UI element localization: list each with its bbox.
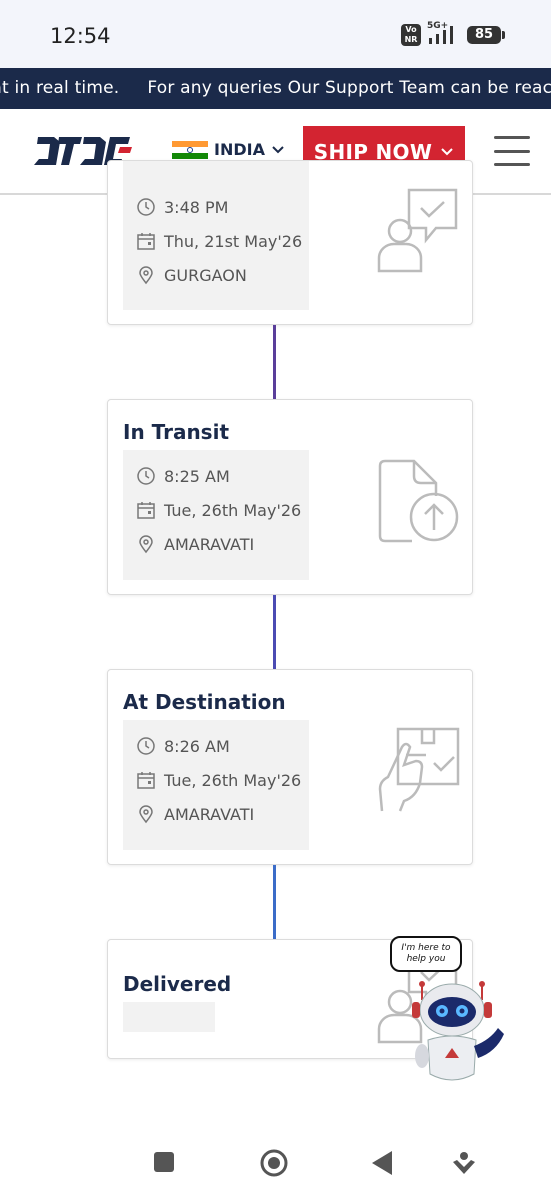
status-title: At Destination [123,690,286,714]
menu-hamburger-icon[interactable] [494,136,530,166]
status-icons: Vo NR 5G+ 85 [401,21,505,46]
volte-icon: Vo NR [401,24,421,46]
calendar-icon [137,233,155,250]
timeline-connector [273,865,276,939]
chevron-down-icon [272,145,284,153]
ticker-text: nt in real time. For any queries Our Sup… [0,78,551,98]
person-chat-check-icon [377,188,458,273]
assistant-icon[interactable] [451,1150,477,1176]
event-time: 8:25 AM [164,466,230,486]
date-row: Tue, 26th May'26 [136,770,301,790]
country-label: INDIA [214,140,265,159]
event-date: Thu, 21st May'26 [164,231,303,251]
country-selector[interactable]: INDIA [172,140,285,159]
system-nav-bar [0,1130,551,1200]
signal-icon: 5G+ [427,21,461,46]
date-row: Tue, 26th May'26 [136,500,301,520]
calendar-icon [137,772,155,789]
info-box-empty [123,1002,215,1032]
location-pin-icon [139,266,153,285]
timeline-connector [273,595,276,669]
timeline-card-at-destination: At Destination 8:26 AM Tue, 26th May'26 … [107,669,473,865]
time-row: 8:26 AM [136,736,230,756]
battery-icon: 85 [467,26,505,44]
clock-icon [137,467,155,485]
location-row: AMARAVATI [136,804,254,824]
event-date: Tue, 26th May'26 [164,770,302,790]
status-title: Delivered [123,972,232,996]
calendar-icon [137,502,155,519]
event-location: GURGAON [164,265,247,285]
back-icon[interactable] [370,1150,394,1176]
location-pin-icon [139,805,153,824]
info-box: 8:26 AM Tue, 26th May'26 AMARAVATI [123,720,309,850]
date-row: Thu, 21st May'26 [136,231,302,251]
home-icon[interactable] [259,1148,289,1178]
timeline-card-booked: 3:48 PM Thu, 21st May'26 GURGAON [107,160,473,325]
info-box: 3:48 PM Thu, 21st May'26 GURGAON [123,161,309,310]
status-bar: 12:54 Vo NR 5G+ 85 [0,0,551,68]
status-time: 12:54 [50,24,111,48]
robot-mascot-icon [412,981,504,1081]
event-time: 8:26 AM [164,736,230,756]
time-row: 3:48 PM [136,197,228,217]
recents-icon[interactable] [152,1150,176,1174]
event-location: AMARAVATI [164,804,255,824]
status-title: In Transit [123,420,230,444]
announcement-ticker: nt in real time. For any queries Our Sup… [0,68,551,109]
event-time: 3:48 PM [164,197,229,217]
time-row: 8:25 AM [136,466,230,486]
location-row: AMARAVATI [136,534,254,554]
hand-package-check-icon [378,727,460,812]
event-location: AMARAVATI [164,534,255,554]
document-upload-icon [378,459,459,543]
timeline-connector [273,325,276,399]
location-pin-icon [139,535,153,554]
chevron-down-icon [441,147,453,155]
chatbot-assistant[interactable]: I'm here to help you [388,936,506,1088]
india-flag-icon [172,140,208,159]
info-box: 8:25 AM Tue, 26th May'26 AMARAVATI [123,450,309,580]
clock-icon [137,737,155,755]
location-row: GURGAON [136,265,247,285]
timeline-card-in-transit: In Transit 8:25 AM Tue, 26th May'26 AMAR… [107,399,473,595]
event-date: Tue, 26th May'26 [164,500,302,520]
clock-icon [137,198,155,216]
chatbot-bubble: I'm here to help you [390,936,462,972]
